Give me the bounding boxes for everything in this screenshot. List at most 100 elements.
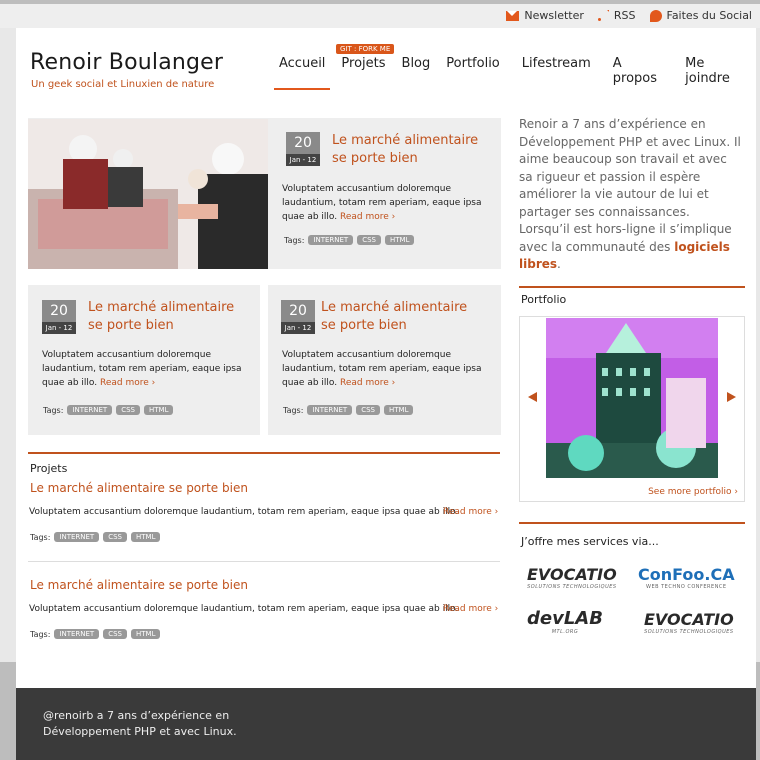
- project-excerpt: Voluptatem accusantium doloremque laudan…: [29, 604, 459, 614]
- services-divider: [519, 522, 745, 524]
- right-gutter: [756, 662, 760, 760]
- nav-lifestream[interactable]: Lifestream: [517, 56, 596, 90]
- top-links: Newsletter RSS Faites du Social: [506, 9, 752, 22]
- nav-mejoindre[interactable]: Me joindre: [680, 56, 750, 90]
- author-bio: Renoir a 7 ans d’expérience en Développe…: [519, 116, 744, 274]
- tag-css[interactable]: CSS: [356, 405, 380, 415]
- date-day: 20: [286, 132, 320, 154]
- featured-date: 20 Jan - 12: [286, 132, 320, 166]
- partner-evocatio-logo[interactable]: EVOCATIO SOLUTIONS TECHNOLOGIQUES: [644, 610, 734, 635]
- featured-tags: Tags: INTERNET CSS HTML: [284, 235, 415, 245]
- footer-text: @renoirb a 7 ans d’expérience en Dévelop…: [43, 709, 237, 738]
- partner-confoo-logo[interactable]: ConFoo.CA WEB TECHNO CONFERENCE: [638, 565, 735, 590]
- tags-label: Tags:: [43, 405, 64, 415]
- tag-internet[interactable]: INTERNET: [67, 405, 113, 415]
- portfolio-heading: Portfolio: [521, 293, 567, 306]
- tags-label: Tags:: [283, 405, 304, 415]
- featured-photo[interactable]: [28, 119, 268, 269]
- site-tagline: Un geek social et Linuxien de nature: [31, 79, 215, 90]
- card-date: 20 Jan - 12: [281, 300, 315, 334]
- tag-html[interactable]: HTML: [131, 629, 161, 639]
- tags-label: Tags:: [284, 235, 305, 245]
- date-month: Jan - 12: [42, 322, 76, 334]
- see-more-portfolio-link[interactable]: See more portfolio ›: [648, 487, 738, 497]
- bio-end: .: [557, 257, 561, 271]
- rss-link[interactable]: RSS: [597, 9, 636, 22]
- nav-portfolio[interactable]: Portfolio: [441, 56, 504, 90]
- card-excerpt: Voluptatem accusantium doloremque laudan…: [282, 348, 487, 390]
- git-fork-badge[interactable]: GIT : FORK ME: [336, 44, 395, 54]
- next-arrow-icon[interactable]: [727, 392, 736, 402]
- partner-evocatio-logo[interactable]: EVOCATIO SOLUTIONS TECHNOLOGIQUES: [527, 565, 617, 590]
- tag-html[interactable]: HTML: [385, 235, 415, 245]
- partner-devlab-logo[interactable]: devLAB MTL.ORG: [527, 608, 603, 635]
- nav-projets[interactable]: Projets: [336, 56, 390, 90]
- tag-css[interactable]: CSS: [103, 629, 127, 639]
- portfolio-image[interactable]: [546, 318, 718, 478]
- newsletter-link[interactable]: Newsletter: [506, 9, 584, 22]
- bio-text: Renoir a 7 ans d’expérience en Développe…: [519, 117, 741, 254]
- portfolio-divider: [519, 286, 745, 288]
- tag-internet[interactable]: INTERNET: [307, 405, 353, 415]
- featured-excerpt: Voluptatem accusantium doloremque laudan…: [282, 182, 487, 224]
- tag-html[interactable]: HTML: [144, 405, 174, 415]
- project-title[interactable]: Le marché alimentaire se porte bien: [30, 481, 248, 495]
- project-excerpt: Voluptatem accusantium doloremque laudan…: [29, 507, 459, 517]
- partner-sub: SOLUTIONS TECHNOLOGIQUES: [527, 584, 617, 590]
- read-more-link[interactable]: Read more ›: [340, 212, 395, 222]
- project-title[interactable]: Le marché alimentaire se porte bien: [30, 578, 248, 592]
- tag-css[interactable]: CSS: [103, 532, 127, 542]
- rss-label: RSS: [613, 9, 636, 22]
- projects-divider: [28, 452, 500, 454]
- social-label: Faites du Social: [666, 9, 753, 22]
- tags-label: Tags:: [30, 532, 51, 542]
- projects-heading: Projets: [30, 462, 68, 475]
- partner-sub: SOLUTIONS TECHNOLOGIQUES: [644, 629, 734, 635]
- social-icon: [649, 9, 662, 22]
- partner-sub: MTL.ORG: [551, 629, 579, 635]
- read-more-link[interactable]: Read more ›: [443, 604, 498, 614]
- partner-sub: WEB TECHNO CONFERENCE: [646, 584, 727, 590]
- project-tags: Tags: INTERNET CSS HTML: [30, 629, 161, 639]
- project-tags: Tags: INTERNET CSS HTML: [30, 532, 161, 542]
- chateau-illustration: [546, 318, 718, 478]
- site-logo[interactable]: Renoir Boulanger: [30, 50, 223, 75]
- date-day: 20: [281, 300, 315, 322]
- market-photo-illustration: [28, 119, 268, 269]
- card-excerpt: Voluptatem accusantium doloremque laudan…: [42, 348, 247, 390]
- read-more-link[interactable]: Read more ›: [340, 378, 395, 388]
- nav-accueil[interactable]: Accueil: [274, 56, 331, 90]
- card-title[interactable]: Le marché alimentaire se porte bien: [88, 299, 238, 335]
- read-more-link[interactable]: Read more ›: [443, 507, 498, 517]
- top-bar: Newsletter RSS Faites du Social: [0, 0, 760, 28]
- newsletter-label: Newsletter: [524, 9, 584, 22]
- date-month: Jan - 12: [281, 322, 315, 334]
- rss-icon: [597, 10, 609, 21]
- tag-internet[interactable]: INTERNET: [54, 629, 100, 639]
- nav-blog[interactable]: Blog: [397, 56, 436, 90]
- tag-html[interactable]: HTML: [131, 532, 161, 542]
- card-tags: Tags: INTERNET CSS HTML: [43, 405, 174, 415]
- partner-name: EVOCATIO: [644, 610, 734, 629]
- card-title[interactable]: Le marché alimentaire se porte bien: [321, 299, 471, 335]
- tag-css[interactable]: CSS: [116, 405, 140, 415]
- main-nav: Accueil Projets Blog Portfolio Lifestrea…: [274, 56, 756, 90]
- tag-internet[interactable]: INTERNET: [54, 532, 100, 542]
- featured-title[interactable]: Le marché alimentaire se porte bien: [332, 132, 482, 168]
- partner-name: devLAB: [527, 608, 603, 629]
- social-link[interactable]: Faites du Social: [649, 9, 753, 22]
- read-more-link[interactable]: Read more ›: [100, 378, 155, 388]
- tag-css[interactable]: CSS: [357, 235, 381, 245]
- card-date: 20 Jan - 12: [42, 300, 76, 334]
- card-tags: Tags: INTERNET CSS HTML: [283, 405, 414, 415]
- page-container: Renoir Boulanger Un geek social et Linux…: [16, 28, 756, 688]
- nav-apropos[interactable]: A propos: [608, 56, 668, 90]
- date-day: 20: [42, 300, 76, 322]
- portfolio-slider: See more portfolio ›: [519, 316, 745, 502]
- tag-html[interactable]: HTML: [384, 405, 414, 415]
- site-footer: @renoirb a 7 ans d’expérience en Dévelop…: [16, 688, 756, 760]
- tag-internet[interactable]: INTERNET: [308, 235, 354, 245]
- prev-arrow-icon[interactable]: [528, 392, 537, 402]
- project-separator: [28, 561, 500, 562]
- date-month: Jan - 12: [286, 154, 320, 166]
